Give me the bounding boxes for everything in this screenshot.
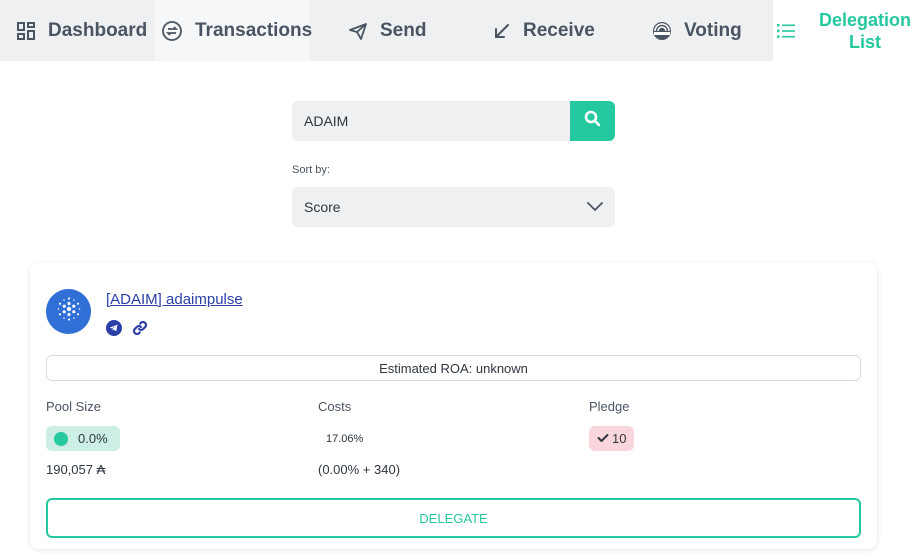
delegate-button[interactable]: DELEGATE xyxy=(46,498,861,538)
tab-delegation-label-line2: List xyxy=(849,31,882,52)
costs-badge: 17.06% xyxy=(318,426,363,451)
top-navigation: Dashboard Transactions Send Receive Voti… xyxy=(0,0,916,61)
pledge-value: 10 xyxy=(612,431,627,446)
sort-select[interactable]: Score xyxy=(292,187,615,227)
estimated-roa: Estimated ROA: unknown xyxy=(46,355,861,381)
tab-transactions[interactable]: Transactions xyxy=(155,0,313,61)
search-input[interactable] xyxy=(292,101,570,141)
pool-card: [ADAIM] adaimpulse Estimated ROA: unknow… xyxy=(30,263,877,549)
paper-plane-icon xyxy=(348,21,368,41)
arrow-down-left-icon xyxy=(493,22,511,40)
pool-size-amount: 190,057 ₳ xyxy=(46,462,106,477)
telegram-icon[interactable] xyxy=(106,320,122,341)
tab-voting[interactable]: Voting xyxy=(620,0,773,61)
pledge-badge: 10 xyxy=(589,426,634,451)
chevron-down-icon xyxy=(587,199,603,215)
pool-name-link[interactable]: [ADAIM] adaimpulse xyxy=(106,291,243,308)
tab-delegation-list-label: Delegation List xyxy=(819,9,911,53)
costs-header: Costs xyxy=(318,399,352,414)
tab-send[interactable]: Send xyxy=(310,0,465,61)
tab-delegation-list[interactable]: Delegation List xyxy=(773,0,916,61)
pool-size-header: Pool Size xyxy=(46,399,101,414)
sort-label: Sort by: xyxy=(292,164,330,176)
pledge-header: Pledge xyxy=(589,399,630,414)
tab-dashboard[interactable]: Dashboard xyxy=(0,0,155,61)
costs-detail: (0.00% + 340) xyxy=(318,462,401,477)
transactions-icon xyxy=(161,20,183,42)
pool-avatar xyxy=(46,289,91,334)
saturation-dot-icon xyxy=(54,431,68,446)
dashboard-grid-icon xyxy=(16,21,36,41)
pool-size-percent: 0.0% xyxy=(78,431,108,446)
tab-transactions-label: Transactions xyxy=(195,19,313,41)
tab-delegation-label-line1: Delegation xyxy=(819,9,912,30)
search-button[interactable] xyxy=(570,101,615,141)
pool-size-badge: 0.0% xyxy=(46,426,120,451)
costs-percent: 17.06% xyxy=(326,432,364,445)
link-icon[interactable] xyxy=(132,320,148,341)
voting-icon xyxy=(652,21,672,41)
pool-social-links xyxy=(106,320,148,341)
list-icon xyxy=(777,23,795,39)
tab-voting-label: Voting xyxy=(684,19,742,41)
tab-receive-label: Receive xyxy=(523,19,595,41)
cardano-logo-icon xyxy=(55,295,83,328)
sort-selected-value: Score xyxy=(304,199,341,215)
checkmark-icon xyxy=(597,431,609,446)
tab-send-label: Send xyxy=(380,19,427,41)
tab-dashboard-label: Dashboard xyxy=(48,19,148,41)
pool-search xyxy=(292,101,615,141)
search-icon xyxy=(584,110,601,132)
tab-receive[interactable]: Receive xyxy=(465,0,620,61)
